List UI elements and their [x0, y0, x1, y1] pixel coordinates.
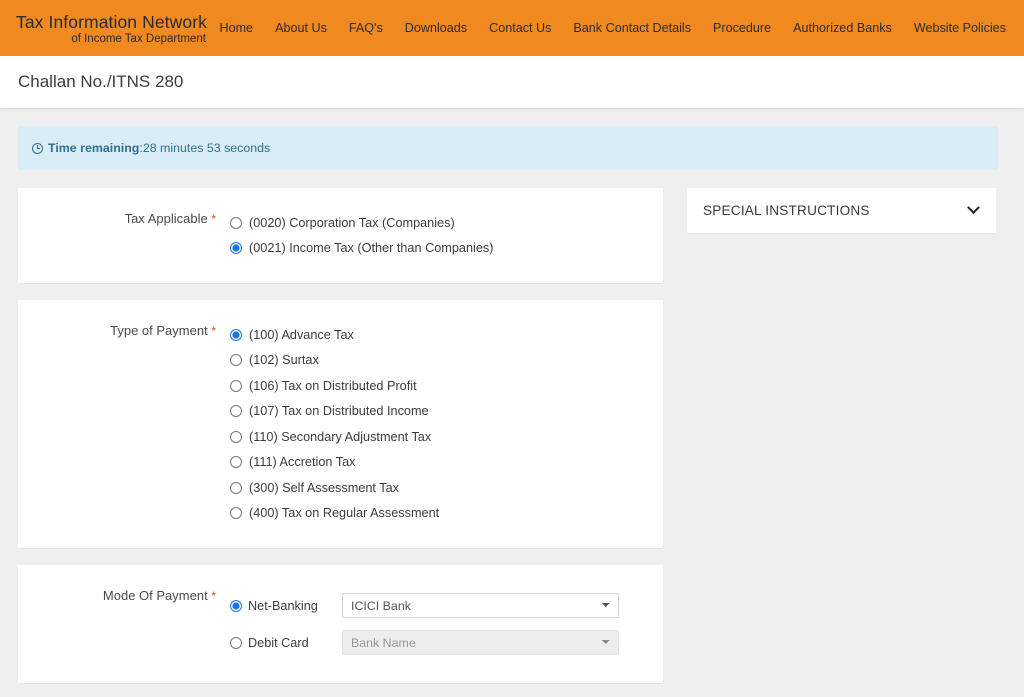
- type-of-payment-option-label-300[interactable]: (300) Self Assessment Tax: [249, 481, 399, 495]
- tax-applicable-options: (0020) Corporation Tax (Companies) (0021…: [230, 210, 663, 261]
- tax-applicable-option-label-0020[interactable]: (0020) Corporation Tax (Companies): [249, 216, 455, 230]
- mode-of-payment-label: Mode Of Payment *: [18, 587, 230, 603]
- type-of-payment-radio-110[interactable]: [230, 431, 242, 443]
- type-of-payment-option-label-100[interactable]: (100) Advance Tax: [249, 328, 354, 342]
- type-of-payment-radio-100[interactable]: [230, 329, 242, 341]
- debitcard-bank-select: Bank Name: [342, 630, 619, 655]
- mode-of-payment-radio-netbanking[interactable]: [230, 600, 242, 612]
- type-of-payment-option-label-102[interactable]: (102) Surtax: [249, 353, 319, 367]
- nav-item-about-us[interactable]: About Us: [275, 21, 327, 35]
- radio-option[interactable]: (0021) Income Tax (Other than Companies): [230, 236, 663, 262]
- type-of-payment-radio-106[interactable]: [230, 380, 242, 392]
- netbanking-bank-select[interactable]: ICICI Bank: [342, 593, 619, 618]
- clock-icon: [32, 143, 43, 154]
- tax-applicable-field: Tax Applicable * (0020) Corporation Tax …: [18, 210, 663, 261]
- radio-option[interactable]: (102) Surtax: [230, 348, 663, 374]
- type-of-payment-field: Type of Payment * (100) Advance Tax (102…: [18, 322, 663, 526]
- content-area: Time remaining : 28 minutes 53 seconds T…: [0, 108, 1024, 697]
- title-bar: Challan No./ITNS 280: [0, 56, 1024, 108]
- debitcard-row: Debit Card Bank Name: [230, 624, 663, 661]
- mode-of-payment-label-text: Mode Of Payment: [103, 588, 208, 603]
- required-marker: *: [211, 324, 216, 338]
- tax-applicable-card: Tax Applicable * (0020) Corporation Tax …: [18, 188, 663, 283]
- radio-option[interactable]: (111) Accretion Tax: [230, 450, 663, 476]
- netbanking-radio-wrap[interactable]: Net-Banking: [230, 599, 342, 613]
- special-instructions-title: SPECIAL INSTRUCTIONS: [703, 203, 870, 218]
- form-column: Tax Applicable * (0020) Corporation Tax …: [18, 188, 663, 697]
- required-marker: *: [211, 212, 216, 226]
- type-of-payment-radio-102[interactable]: [230, 354, 242, 366]
- type-of-payment-label-text: Type of Payment: [110, 323, 208, 338]
- nav-item-procedure[interactable]: Procedure: [713, 21, 771, 35]
- type-of-payment-radio-107[interactable]: [230, 405, 242, 417]
- mode-of-payment-radio-debitcard[interactable]: [230, 637, 242, 649]
- tax-applicable-label: Tax Applicable *: [18, 210, 230, 226]
- type-of-payment-card: Type of Payment * (100) Advance Tax (102…: [18, 300, 663, 548]
- time-remaining-value: 28 minutes 53 seconds: [143, 141, 270, 155]
- radio-option[interactable]: (107) Tax on Distributed Income: [230, 399, 663, 425]
- required-marker: *: [211, 589, 216, 603]
- page-title: Challan No./ITNS 280: [18, 72, 183, 92]
- type-of-payment-option-label-106[interactable]: (106) Tax on Distributed Profit: [249, 379, 417, 393]
- brand-title: Tax Information Network: [16, 13, 207, 31]
- nav-item-authorized-banks[interactable]: Authorized Banks: [793, 21, 892, 35]
- tax-applicable-radio-0020[interactable]: [230, 217, 242, 229]
- two-column-layout: Tax Applicable * (0020) Corporation Tax …: [18, 188, 1006, 697]
- type-of-payment-option-label-107[interactable]: (107) Tax on Distributed Income: [249, 404, 429, 418]
- time-remaining-banner: Time remaining : 28 minutes 53 seconds: [18, 126, 998, 170]
- debitcard-radio-wrap[interactable]: Debit Card: [230, 636, 342, 650]
- radio-option[interactable]: (300) Self Assessment Tax: [230, 475, 663, 501]
- tax-applicable-option-label-0021[interactable]: (0021) Income Tax (Other than Companies): [249, 241, 493, 255]
- site-logo[interactable]: Tax Information Network of Income Tax De…: [16, 11, 207, 44]
- time-remaining-label: Time remaining: [48, 141, 139, 155]
- type-of-payment-option-label-400[interactable]: (400) Tax on Regular Assessment: [249, 506, 439, 520]
- type-of-payment-option-label-110[interactable]: (110) Secondary Adjustment Tax: [249, 430, 431, 444]
- nav-item-home[interactable]: Home: [219, 21, 253, 35]
- main-navigation: Home About Us FAQ's Downloads Contact Us…: [219, 21, 1012, 35]
- sidebar-column: SPECIAL INSTRUCTIONS: [687, 188, 996, 233]
- tax-applicable-radio-0021[interactable]: [230, 242, 242, 254]
- nav-item-faqs[interactable]: FAQ's: [349, 21, 383, 35]
- type-of-payment-radio-300[interactable]: [230, 482, 242, 494]
- radio-option[interactable]: (400) Tax on Regular Assessment: [230, 501, 663, 527]
- type-of-payment-radio-400[interactable]: [230, 507, 242, 519]
- mode-of-payment-options: Net-Banking ICICI Bank Debit Card: [230, 587, 663, 661]
- mode-of-payment-card: Mode Of Payment * Net-Banking ICICI Bank: [18, 565, 663, 683]
- radio-option[interactable]: (0020) Corporation Tax (Companies): [230, 210, 663, 236]
- nav-item-website-policies[interactable]: Website Policies: [914, 21, 1006, 35]
- radio-option[interactable]: (100) Advance Tax: [230, 322, 663, 348]
- radio-option[interactable]: (110) Secondary Adjustment Tax: [230, 424, 663, 450]
- special-instructions-panel[interactable]: SPECIAL INSTRUCTIONS: [687, 188, 996, 233]
- mode-of-payment-field: Mode Of Payment * Net-Banking ICICI Bank: [18, 587, 663, 661]
- nav-item-downloads[interactable]: Downloads: [405, 21, 467, 35]
- brand-subtitle: of Income Tax Department: [16, 33, 207, 45]
- nav-item-bank-contact-details[interactable]: Bank Contact Details: [573, 21, 691, 35]
- nav-item-contact-us[interactable]: Contact Us: [489, 21, 551, 35]
- debitcard-label[interactable]: Debit Card: [248, 636, 309, 650]
- type-of-payment-radio-111[interactable]: [230, 456, 242, 468]
- radio-option[interactable]: (106) Tax on Distributed Profit: [230, 373, 663, 399]
- netbanking-label[interactable]: Net-Banking: [248, 599, 318, 613]
- chevron-down-icon[interactable]: [967, 201, 980, 214]
- netbanking-row: Net-Banking ICICI Bank: [230, 587, 663, 624]
- type-of-payment-option-label-111[interactable]: (111) Accretion Tax: [249, 455, 355, 469]
- tax-applicable-label-text: Tax Applicable: [125, 211, 208, 226]
- type-of-payment-label: Type of Payment *: [18, 322, 230, 338]
- type-of-payment-options: (100) Advance Tax (102) Surtax (106) Tax…: [230, 322, 663, 526]
- site-header: Tax Information Network of Income Tax De…: [0, 0, 1024, 56]
